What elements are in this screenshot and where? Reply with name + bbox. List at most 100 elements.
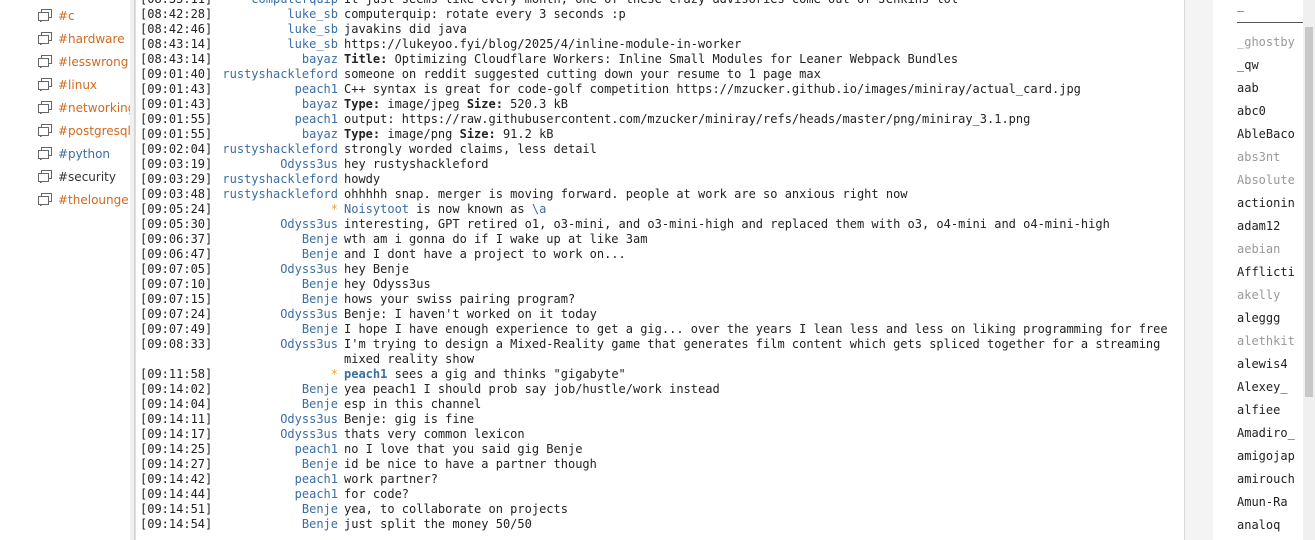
message-row: [09:14:04] Benje esp in this channel [136,397,1185,412]
message-nick[interactable]: Odyss3us [216,262,344,277]
message-timestamp: [09:02:04] [140,142,213,156]
message-text: work partner? [344,472,438,486]
user-list-item[interactable]: alewis4 [1237,353,1315,375]
message-row: [09:06:47] Benje and I dont have a project… [136,247,1185,262]
user-list-item[interactable]: Alexey_ [1237,376,1315,398]
chat-bubble-icon [38,101,52,114]
user-list-item[interactable]: actionin [1237,192,1315,214]
message-nick[interactable]: Benje [216,382,344,397]
message-nick[interactable]: bayaz [216,52,344,67]
message-nick[interactable]: peach1 [216,472,344,487]
user-list-item[interactable]: _qw [1237,54,1315,76]
message-nick[interactable]: bayaz [216,127,344,142]
message-nick[interactable]: peach1 [216,112,344,127]
message-nick[interactable]: Odyss3us [216,337,344,367]
message-nick[interactable]: peach1 [216,82,344,97]
user-list-item[interactable]: amigojap [1237,445,1315,467]
user-list-item[interactable]: alfiee [1237,399,1315,421]
chat-scrollbar[interactable] [1184,0,1214,540]
message-nick[interactable]: Odyss3us [216,307,344,322]
user-list-item[interactable]: AbleBaco [1237,123,1315,145]
user-list-item[interactable]: Amun-Ra [1237,491,1315,513]
user-list-item[interactable]: aebian [1237,238,1315,260]
message-nick[interactable]: Benje [216,397,344,412]
channel-item[interactable]: #c [38,4,130,27]
user-list-item[interactable]: amirouch [1237,468,1315,490]
user-list-item[interactable]: _ghostby [1237,31,1315,53]
user-list-item[interactable]: akelly [1237,284,1315,306]
message-text: I hope I have enough experience to get a… [344,322,1168,336]
message-nick[interactable]: rustyshackleford [216,67,344,82]
message-nick[interactable]: Benje [216,292,344,307]
user-list-item[interactable]: alethkit [1237,330,1315,352]
user-list-item[interactable]: abc0 [1237,100,1315,122]
message-nick[interactable]: rustyshackleford [216,187,344,202]
message-nick[interactable]: Benje [216,457,344,472]
message-nick[interactable]: rustyshackleford [216,142,344,157]
message-nick[interactable]: rustyshackleford [216,172,344,187]
user-list-item[interactable]: Absolute [1237,169,1315,191]
channel-item[interactable]: #lesswrong [38,50,130,73]
message-text: esp in this channel [344,397,482,411]
message-timestamp: [08:42:46] [140,22,213,36]
embed-value: image/png [380,127,460,141]
channel-label: #python [58,146,111,161]
embed-label: Type: [344,127,381,141]
message-timestamp: [09:01:43] [140,82,213,96]
message-timestamp: [08:42:28] [140,7,213,21]
message-text: wth am i gonna do if I wake up at like 3… [344,232,648,246]
message-nick[interactable]: Odyss3us [216,412,344,427]
channel-item[interactable]: #postgresql [38,119,130,142]
channel-item[interactable]: #thelounge [38,188,130,211]
chat-bubble-icon [38,193,52,206]
message-nick[interactable]: Benje [216,322,344,337]
message-text: ohhhhh snap. merger is moving forward. p… [344,187,908,201]
message-row: [09:01:55] peach1 output: https://raw.gith… [136,112,1185,127]
user-list-item[interactable]: aleggg [1237,307,1315,329]
user-list-item[interactable]: aab [1237,77,1315,99]
channel-item[interactable]: #python [38,142,130,165]
channel-item[interactable]: #security [38,165,130,188]
user-list-item[interactable]: analoq [1237,514,1315,536]
message-nick[interactable]: luke_sb [216,37,344,52]
action-actor[interactable]: Noisytoot [344,202,409,216]
message-nick[interactable]: computerquip [216,0,344,7]
message-row: [08:35:11]computerquipIt just seems like… [136,0,1185,7]
message-nick[interactable]: Benje [216,517,344,532]
message-nick[interactable]: luke_sb [216,7,344,22]
message-nick[interactable]: Benje [216,277,344,292]
message-text: hey rustyshackleford [344,157,489,171]
action-text: sees a gig and thinks "gigabyte" [387,367,626,381]
user-list-item[interactable]: Afflicti [1237,261,1315,283]
channel-item[interactable]: #networking [38,96,130,119]
message-row: [09:07:24] Odyss3us Benje: I haven't worke… [136,307,1185,322]
message-nick[interactable]: luke_sb [216,22,344,37]
channel-item[interactable]: #linux [38,73,130,96]
message-row: [09:01:40] rustyshackleford someone on red… [136,67,1185,82]
message-nick[interactable]: Odyss3us [216,157,344,172]
message-nick[interactable]: Benje [216,502,344,517]
message-nick[interactable]: Benje [216,247,344,262]
action-actor[interactable]: peach1 [344,367,387,381]
message-row: [09:07:05] Odyss3us hey Benje [136,262,1185,277]
message-nick[interactable]: peach1 [216,487,344,502]
message-nick[interactable]: Odyss3us [216,217,344,232]
message-nick[interactable]: Benje [216,232,344,247]
message-nick[interactable]: peach1 [216,442,344,457]
user-list: _ _ghostby _qw aab abc0 AbleBaco abs3nt Absolu… [1213,0,1315,540]
channel-label: #security [58,169,116,184]
message-timestamp: [08:43:14] [140,37,213,51]
user-list-item[interactable]: adam12 [1237,215,1315,237]
message-nick[interactable]: bayaz [216,97,344,112]
chat-bubble-icon [38,170,52,183]
channel-item[interactable]: #hardware [38,27,130,50]
message-timestamp: [09:11:58] [140,367,213,381]
message-row: [09:14:27] Benje id be nice to have a part… [136,457,1185,472]
user-list-item[interactable]: Amadiro_ [1237,422,1315,444]
message-text: thats very common lexicon [344,427,525,441]
message-text: no I love that you said gig Benje [344,442,583,456]
message-text: I'm trying to design a Mixed-Reality gam… [344,337,1161,366]
user-list-item[interactable]: abs3nt [1237,146,1315,168]
message-nick[interactable]: Odyss3us [216,427,344,442]
action-target[interactable]: \a [532,202,546,216]
